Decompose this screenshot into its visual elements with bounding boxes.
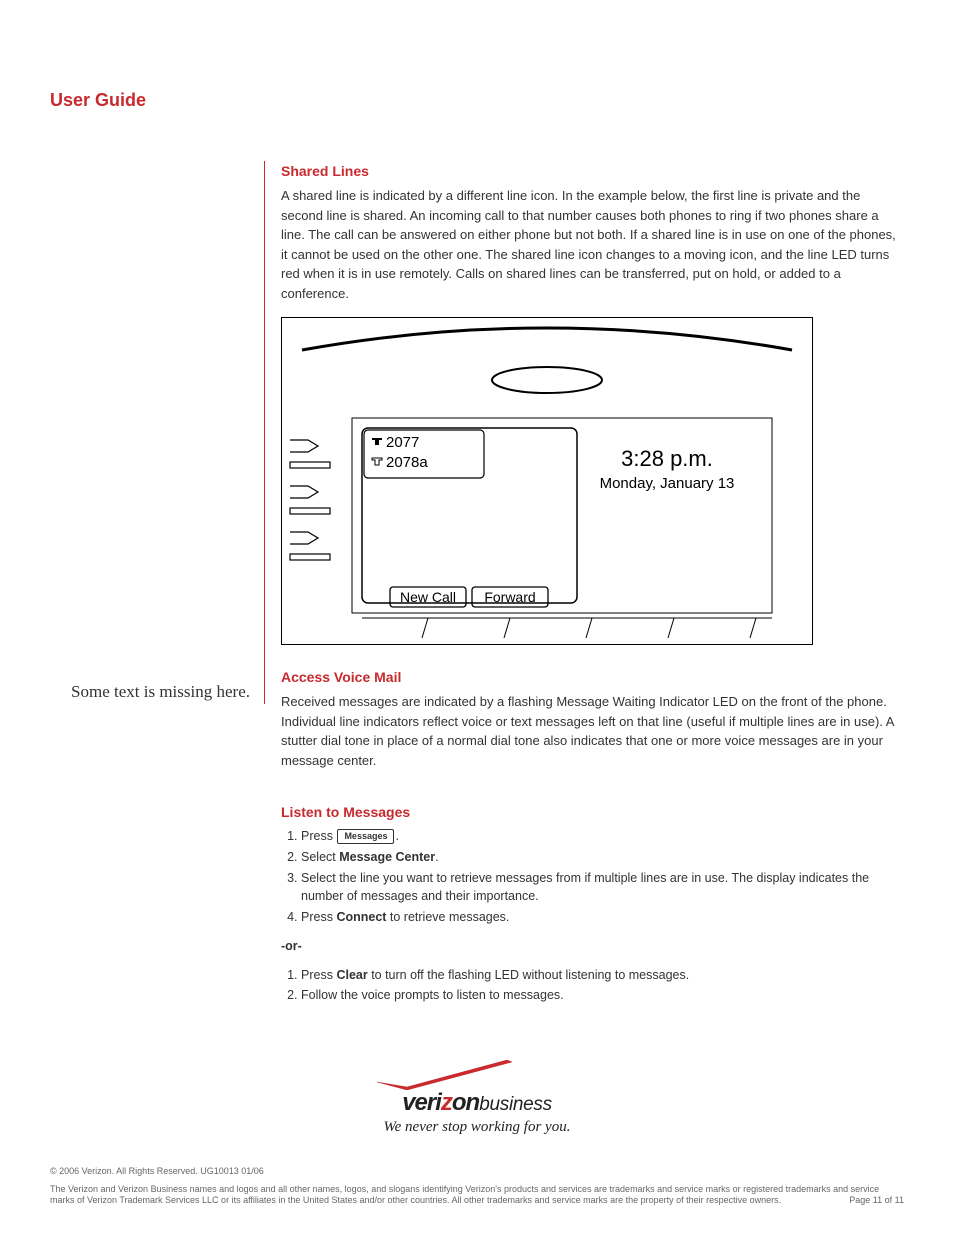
main-column: Shared Lines A shared line is indicated … [265, 161, 904, 1015]
trademark-line: The Verizon and Verizon Business names a… [50, 1184, 904, 1205]
access-voicemail-body: Received messages are indicated by a fla… [281, 692, 904, 770]
step-4a: Press [301, 910, 336, 924]
phone-display-illustration: 2077 2078a 3:28 p.m. Monday, January 13 … [281, 317, 813, 645]
svg-text:Forward: Forward [484, 589, 535, 605]
step-4: Press Connect to retrieve messages. [301, 908, 904, 927]
margin-note: Some text is missing here. [50, 681, 250, 704]
shared-lines-body: A shared line is indicated by a differen… [281, 186, 904, 303]
svg-text:3:28 p.m.: 3:28 p.m. [621, 446, 713, 471]
logo-veri: veri [402, 1089, 441, 1116]
messages-key-icon: Messages [337, 829, 394, 844]
document-title: User Guide [50, 90, 904, 111]
step-1a: Press [301, 829, 333, 843]
verizon-check-icon [367, 1052, 587, 1090]
heading-shared-lines: Shared Lines [281, 161, 904, 182]
step-2a: Select [301, 850, 339, 864]
alt-1c: to turn off the flashing LED without lis… [368, 968, 689, 982]
svg-text:2077: 2077 [386, 434, 419, 451]
step-1b: . [395, 829, 398, 843]
listen-steps-alternate: Press Clear to turn off the flashing LED… [281, 966, 904, 1006]
heading-listen-messages: Listen to Messages [281, 802, 904, 823]
alt-step-2: Follow the voice prompts to listen to me… [301, 986, 904, 1005]
alt-step-1: Press Clear to turn off the flashing LED… [301, 966, 904, 985]
step-4b: Connect [336, 910, 386, 924]
logo-z: z [441, 1089, 452, 1116]
svg-text:New Call: New Call [400, 589, 456, 605]
copyright-line: © 2006 Verizon. All Rights Reserved. UG1… [50, 1166, 904, 1176]
step-4c: to retrieve messages. [386, 910, 509, 924]
page-footer: verizonbusiness We never stop working fo… [50, 1052, 904, 1205]
svg-text:Monday, January 13: Monday, January 13 [600, 475, 735, 492]
logo-on: on [452, 1089, 479, 1116]
verizon-logo-block: verizonbusiness We never stop working fo… [50, 1052, 904, 1136]
margin-column: Some text is missing here. [50, 161, 265, 704]
step-2c: . [435, 850, 438, 864]
step-1: Press Messages. [301, 827, 904, 846]
svg-text:2078a: 2078a [386, 454, 428, 471]
step-3: Select the line you want to retrieve mes… [301, 869, 904, 907]
step-2: Select Message Center. [301, 848, 904, 867]
step-2b: Message Center [339, 850, 435, 864]
logo-business: business [479, 1094, 552, 1115]
logo-tagline: We never stop working for you. [367, 1119, 587, 1136]
heading-access-voicemail: Access Voice Mail [281, 667, 904, 688]
listen-steps-primary: Press Messages. Select Message Center. S… [281, 827, 904, 927]
alt-1b: Clear [336, 968, 367, 982]
alt-1a: Press [301, 968, 336, 982]
or-divider: -or- [281, 937, 904, 956]
page-number: Page 11 of 11 [849, 1195, 904, 1205]
